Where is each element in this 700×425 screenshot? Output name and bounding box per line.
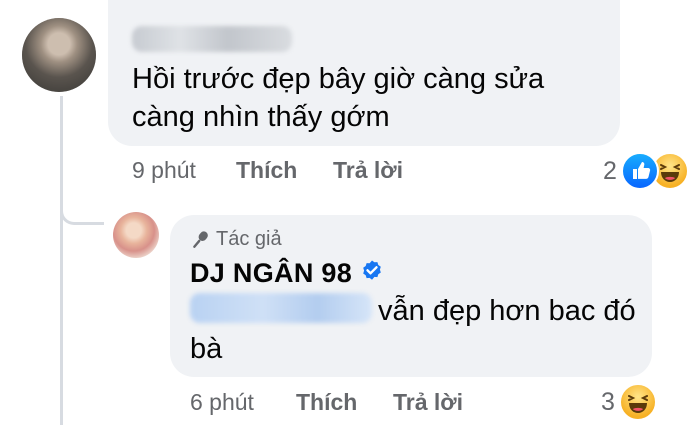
reply-button[interactable]: Trả lời — [393, 389, 463, 416]
thread-line — [60, 96, 63, 425]
author-badge: Tác giả — [190, 228, 282, 251]
like-button[interactable]: Thích — [236, 157, 333, 184]
reply-time[interactable]: 6 phút — [190, 389, 296, 416]
reply-button[interactable]: Trả lời — [333, 157, 403, 184]
commenter-avatar[interactable] — [22, 18, 96, 92]
reaction-count: 3 — [601, 387, 615, 416]
verified-badge-icon — [360, 259, 384, 288]
author-label: Tác giả — [216, 228, 282, 250]
page-name[interactable]: DJ NGÂN 98 — [190, 258, 352, 289]
like-icon — [620, 152, 659, 190]
reaction-count: 2 — [603, 156, 617, 185]
comment-time[interactable]: 9 phút — [132, 157, 236, 184]
comment-reactions[interactable]: 2 — [603, 152, 689, 190]
reply-text-line2: bà — [190, 333, 223, 365]
comment-actions: 9 phút Thích Trả lời — [132, 157, 403, 184]
comment-text: Hồi trước đẹp bây giờ càng sửa càng nhìn… — [132, 63, 545, 133]
haha-icon — [618, 383, 657, 421]
commenter-name-blurred[interactable] — [132, 26, 292, 52]
page-name-row: DJ NGÂN 98 — [190, 258, 384, 289]
like-button[interactable]: Thích — [296, 389, 393, 416]
thread-connector — [60, 205, 104, 225]
page-avatar[interactable] — [113, 212, 159, 258]
mentioned-user-blurred[interactable] — [190, 293, 372, 323]
microphone-icon — [190, 229, 210, 251]
reply-actions: 6 phút Thích Trả lời — [190, 389, 463, 416]
reply-text-line1: vẫn đẹp hơn bac đó — [378, 295, 636, 327]
reply-reactions[interactable]: 3 — [601, 383, 657, 421]
